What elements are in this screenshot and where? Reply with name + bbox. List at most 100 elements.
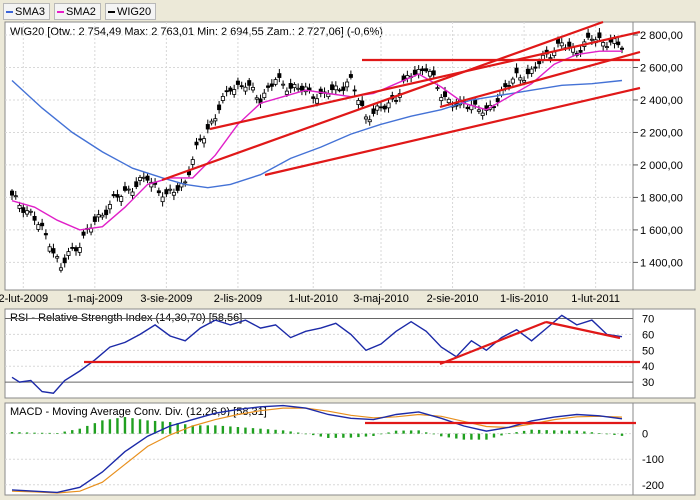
macd-histogram-bar — [108, 419, 112, 434]
candle-body — [100, 214, 105, 218]
candle-body — [330, 84, 335, 91]
rsi-y-tick-label: 70 — [642, 314, 654, 326]
candle-body — [525, 68, 530, 75]
candle-body — [28, 210, 33, 213]
candle-body — [529, 68, 534, 74]
candle-body — [232, 89, 237, 95]
candle-body — [119, 196, 124, 202]
macd-histogram-bar — [394, 430, 398, 434]
candle-body — [586, 32, 591, 38]
candle-body — [431, 70, 436, 76]
candle-body — [503, 83, 508, 88]
candle-body — [299, 85, 304, 91]
macd-histogram-bar — [417, 430, 420, 434]
macd-histogram-bar — [63, 431, 66, 434]
candle-body — [160, 196, 165, 203]
candle-body — [379, 106, 384, 109]
candle-body — [480, 112, 485, 116]
candle-body — [74, 247, 79, 252]
candle-body — [269, 83, 274, 87]
candle-body — [443, 91, 448, 97]
macd-histogram-bar — [101, 420, 104, 434]
candle-body — [77, 247, 82, 253]
macd-histogram-bar — [342, 433, 345, 438]
rsi-panel-header: RSI - Relative Strength Index (14,30,70)… — [10, 312, 242, 324]
price-y-tick-label: 2 800,00 — [640, 30, 683, 42]
macd-histogram-bar — [131, 418, 134, 434]
candle-body — [616, 41, 621, 46]
candle-body — [412, 69, 417, 75]
candle-body — [277, 73, 282, 78]
candle-body — [435, 87, 440, 90]
candle-body — [21, 207, 26, 213]
candle-body — [96, 214, 101, 218]
price-x-tick-label: 1-lut-2011 — [571, 293, 620, 305]
macd-histogram-bar — [477, 433, 481, 440]
macd-histogram-bar — [86, 425, 89, 434]
macd-histogram-bar — [244, 427, 247, 434]
macd-histogram-bar — [372, 433, 375, 436]
candle-body — [375, 105, 380, 111]
macd-histogram-bar — [620, 433, 624, 436]
candle-body — [164, 189, 169, 195]
candle-body — [382, 105, 387, 110]
macd-histogram-bar — [289, 431, 292, 434]
macd-histogram-bar — [522, 430, 526, 434]
macd-histogram-bar — [236, 427, 240, 434]
macd-histogram-bar — [387, 432, 390, 434]
candle-body — [156, 190, 161, 194]
candle-body — [145, 175, 150, 181]
macd-histogram-bar — [379, 433, 383, 435]
candle-body — [235, 80, 240, 85]
candle-body — [510, 78, 515, 84]
macd-histogram-bar — [357, 433, 360, 438]
macd-histogram-bar — [613, 433, 616, 435]
candle-body — [243, 86, 248, 92]
price-y-tick-label: 2 600,00 — [640, 62, 683, 74]
candle-body — [427, 71, 432, 77]
candle-body — [345, 81, 350, 88]
candle-body — [314, 98, 319, 104]
macd-histogram-bar — [583, 431, 586, 434]
candle-body — [198, 138, 203, 141]
macd-histogram-bar — [18, 432, 21, 434]
macd-histogram-bar — [319, 433, 322, 437]
candle-body — [514, 67, 519, 74]
price-x-tick-label: 3-sie-2009 — [140, 293, 192, 305]
candle-body — [337, 89, 342, 92]
candle-body — [141, 176, 146, 179]
macd-histogram-bar — [312, 433, 315, 436]
macd-histogram-bar — [402, 430, 405, 434]
macd-histogram-bar — [575, 430, 579, 434]
candle-body — [70, 247, 75, 249]
candle-body — [311, 96, 316, 99]
candle-body — [115, 194, 120, 198]
macd-histogram-bar — [55, 433, 59, 434]
candle-body — [205, 124, 210, 130]
candle-body — [25, 210, 30, 215]
candle-body — [47, 246, 52, 252]
price-y-tick-label: 2 400,00 — [640, 95, 683, 107]
candle-body — [292, 84, 297, 89]
macd-histogram-bar — [447, 433, 450, 438]
candle-body — [262, 92, 267, 99]
macd-y-tick-label: -200 — [642, 480, 664, 492]
macd-histogram-bar — [537, 429, 541, 434]
candle-body — [175, 185, 180, 191]
candle-body — [559, 42, 564, 47]
candle-body — [220, 96, 225, 101]
macd-histogram-bar — [274, 429, 277, 434]
macd-histogram-bar — [485, 433, 488, 440]
macd-histogram-bar — [146, 420, 149, 434]
candle-body — [32, 215, 37, 221]
macd-histogram-bar — [259, 428, 262, 434]
candle-body — [40, 222, 45, 227]
candle-body — [36, 224, 41, 230]
macd-histogram-bar — [78, 428, 81, 434]
macd-y-tick-label: 0 — [642, 429, 648, 441]
macd-histogram-bar — [515, 432, 518, 434]
macd-histogram-bar — [161, 421, 164, 434]
macd-histogram-bar — [364, 433, 368, 437]
macd-histogram-bar — [424, 432, 428, 434]
macd-histogram-bar — [545, 430, 548, 434]
